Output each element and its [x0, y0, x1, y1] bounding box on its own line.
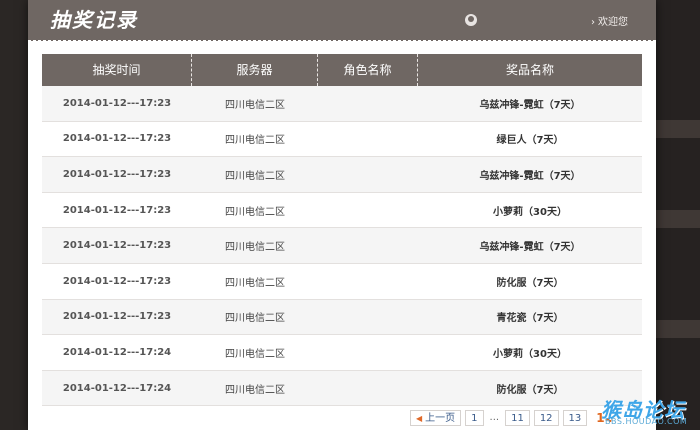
lottery-record-dialog: 抽奖记录 欢迎您 抽奖时间 服务器 角色名称 奖品名称 2014-01-12--… [28, 0, 656, 430]
background-bar [656, 320, 700, 338]
cell-server: 四川电信二区 [225, 135, 285, 147]
cell-time: 2014-01-12---17:23 [62, 311, 172, 323]
page-link-12[interactable]: 12 [533, 410, 559, 426]
table-row: 2014-01-12---17:23 四川电信二区 乌兹冲锋-霓虹（7天） [42, 228, 642, 264]
table-row: 2014-01-12---17:23 四川电信二区 绿巨人（7天） [42, 121, 642, 158]
background-bar [656, 120, 700, 138]
page-ellipsis: ... [487, 410, 502, 426]
background-page-right [656, 0, 700, 430]
cell-prize: 乌兹冲锋-霓虹（7天） [479, 170, 581, 182]
cell-time: 2014-01-12---17:23 [62, 168, 172, 180]
cell-server: 四川电信二区 [225, 348, 285, 360]
site-watermark: 猴岛论坛 BBS.HOUDAO.COM [601, 394, 697, 428]
cell-time: 2014-01-12---17:23 [62, 275, 172, 287]
user-icon [465, 14, 477, 26]
cell-time: 2014-01-12---17:24 [62, 382, 172, 394]
table-header: 抽奖时间 服务器 角色名称 奖品名称 [42, 54, 642, 86]
cell-prize: 小萝莉（30天） [493, 206, 567, 218]
table-row: 2014-01-12---17:23 四川电信二区 小萝莉（30天） [42, 192, 642, 229]
cell-time: 2014-01-12---17:24 [62, 346, 172, 358]
cell-server: 四川电信二区 [225, 277, 285, 289]
cell-server: 四川电信二区 [225, 242, 285, 254]
cell-prize: 小萝莉（30天） [493, 348, 567, 360]
cell-time: 2014-01-12---17:23 [62, 204, 172, 216]
cell-time: 2014-01-12---17:23 [62, 240, 172, 252]
table-row: 2014-01-12---17:23 四川电信二区 青花瓷（7天） [42, 299, 642, 336]
cell-prize: 绿巨人（7天） [496, 135, 564, 147]
table-row: 2014-01-12---17:23 四川电信二区 防化服（7天） [42, 263, 642, 300]
cell-server: 四川电信二区 [225, 99, 285, 111]
welcome-link[interactable]: 欢迎您 [591, 13, 628, 28]
cell-server: 四川电信二区 [225, 170, 285, 182]
cell-server: 四川电信二区 [225, 313, 285, 325]
dialog-header: 抽奖记录 欢迎您 [28, 0, 656, 41]
cell-server: 四川电信二区 [225, 384, 285, 396]
page-link-1[interactable]: 1 [465, 410, 484, 426]
table-row: 2014-01-12---17:24 四川电信二区 防化服（7天） [42, 370, 642, 407]
pagination: 上一页 1 ... 11 12 13 14 [410, 410, 618, 426]
cell-prize: 乌兹冲锋-霓虹（7天） [479, 242, 581, 254]
table-row: 2014-01-12---17:24 四川电信二区 小萝莉（30天） [42, 335, 642, 371]
header-role: 角色名称 [318, 54, 418, 86]
cell-prize: 乌兹冲锋-霓虹（7天） [479, 99, 581, 111]
cell-time: 2014-01-12---17:23 [62, 97, 172, 109]
table-row: 2014-01-12---17:23 四川电信二区 乌兹冲锋-霓虹（7天） [42, 157, 642, 193]
lottery-table: 抽奖时间 服务器 角色名称 奖品名称 2014-01-12---17:23 四川… [42, 54, 642, 407]
cell-prize: 防化服（7天） [496, 277, 564, 289]
cell-server: 四川电信二区 [225, 206, 285, 218]
dialog-title: 抽奖记录 [50, 8, 138, 32]
background-page-left [0, 0, 28, 430]
header-time: 抽奖时间 [42, 54, 192, 86]
watermark-url: BBS.HOUDAO.COM [605, 417, 688, 426]
header-prize: 奖品名称 [505, 63, 554, 77]
page-link-13[interactable]: 13 [562, 410, 588, 426]
table-row: 2014-01-12---17:23 四川电信二区 乌兹冲锋-霓虹（7天） [42, 86, 642, 122]
cell-prize: 青花瓷（7天） [496, 313, 564, 325]
page-link-11[interactable]: 11 [505, 410, 530, 426]
table-body: 2014-01-12---17:23 四川电信二区 乌兹冲锋-霓虹（7天） 20… [42, 86, 642, 407]
background-bar [656, 210, 700, 228]
header-server: 服务器 [192, 54, 318, 86]
prev-page-button[interactable]: 上一页 [410, 410, 462, 426]
cell-time: 2014-01-12---17:23 [62, 133, 172, 145]
